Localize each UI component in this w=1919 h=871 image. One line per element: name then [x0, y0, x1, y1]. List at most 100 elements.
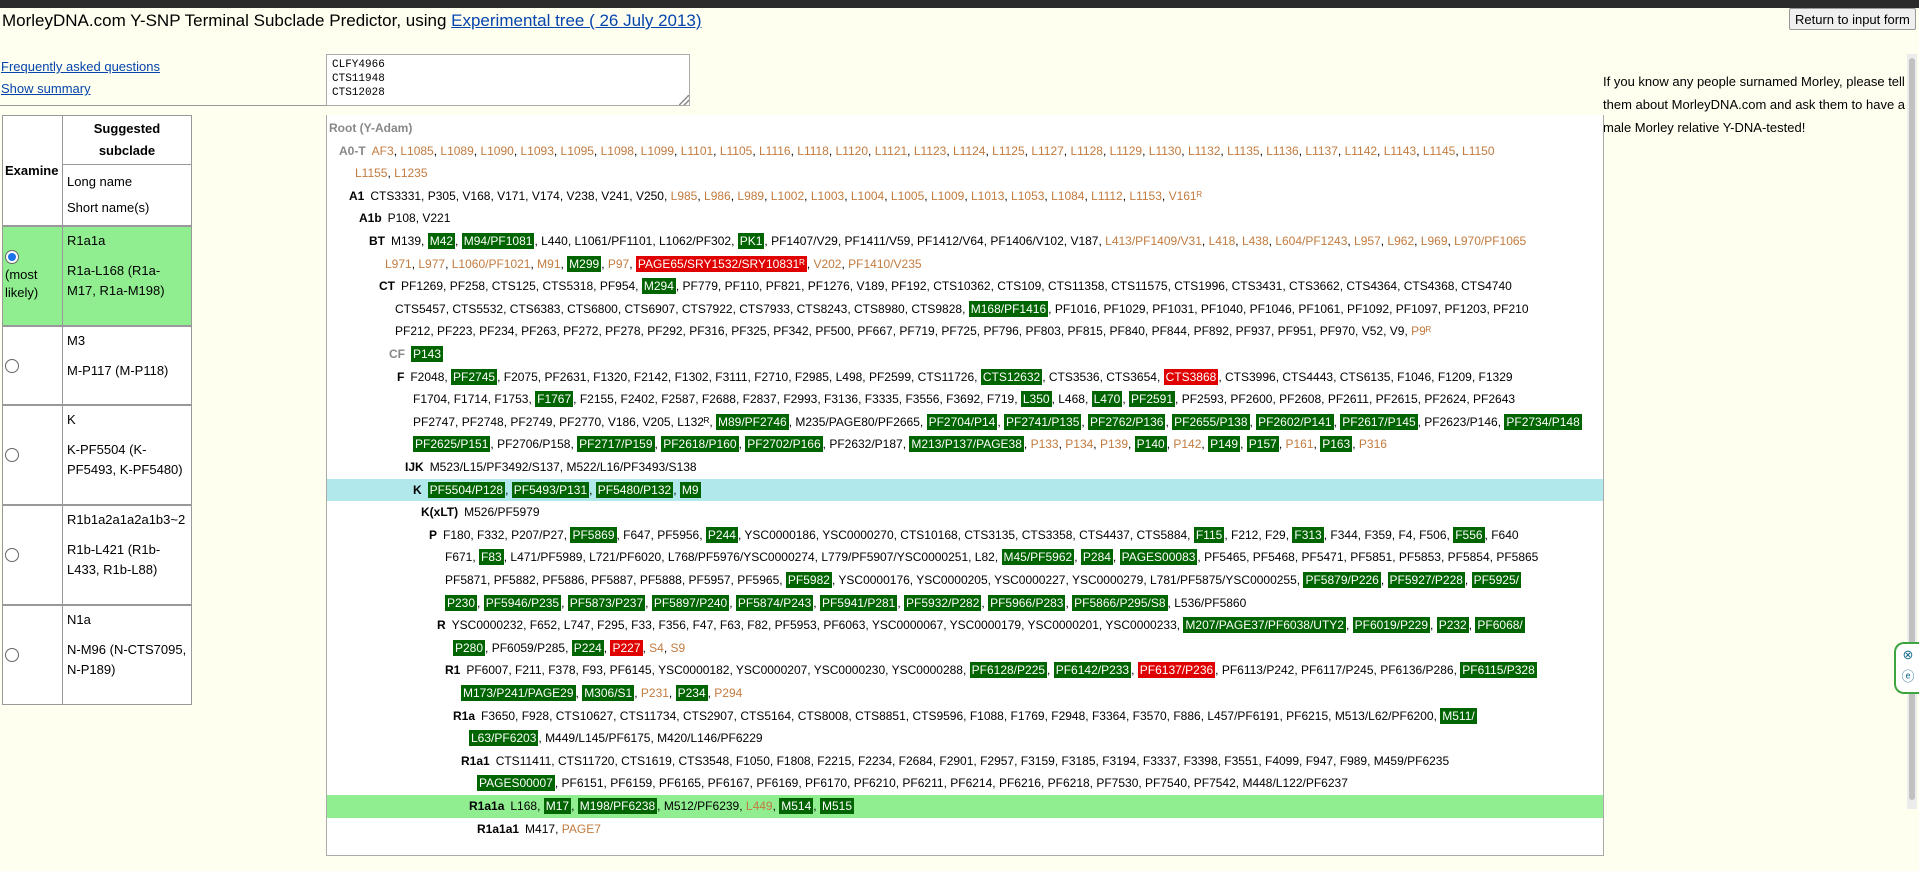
snp-marker[interactable]: F671	[445, 550, 472, 564]
snp-marker[interactable]: CTS3135	[964, 528, 1015, 542]
snp-marker[interactable]: PF5953	[775, 618, 817, 632]
snp-marker[interactable]: PF223	[437, 324, 472, 338]
snp-marker[interactable]: CTS5532	[452, 302, 503, 316]
snp-marker[interactable]: CTS11720	[558, 754, 614, 768]
haplogroup-tree-panel[interactable]: Root (Y-Adam) A0-T AF3, L1085, L1089, L109…	[326, 115, 1604, 856]
snp-marker[interactable]: PF7540	[1145, 776, 1187, 790]
snp-marker[interactable]: V189	[856, 279, 884, 293]
snp-marker[interactable]: F1767	[535, 391, 574, 408]
snp-marker[interactable]: F2402	[621, 392, 655, 406]
snp-marker[interactable]: PF5854	[1448, 550, 1490, 564]
snp-marker[interactable]: F1329	[1479, 370, 1513, 384]
snp-marker[interactable]: PF5882	[494, 573, 536, 587]
snp-marker[interactable]: PF6117/P245	[1301, 663, 1374, 677]
snp-marker[interactable]: PF892	[1194, 324, 1229, 338]
snp-marker[interactable]: CTS9828	[911, 302, 962, 316]
snp-marker[interactable]: PF5887	[591, 573, 633, 587]
snp-marker[interactable]: F180	[443, 528, 470, 542]
snp-marker[interactable]: L471/PF5989	[510, 550, 582, 564]
snp-marker[interactable]: PF5851	[1350, 550, 1392, 564]
examine-radio[interactable]	[5, 448, 19, 462]
snp-list-textarea[interactable]	[326, 54, 690, 106]
snp-marker[interactable]: F1704	[413, 392, 447, 406]
snp-marker[interactable]: YSC0000270	[822, 528, 893, 542]
snp-marker[interactable]: M512/PF6239	[664, 799, 739, 813]
snp-marker[interactable]: PF1406/V102	[990, 234, 1063, 248]
snp-marker[interactable]: M294	[641, 278, 676, 295]
snp-marker[interactable]: PAGE65/SRY1532/SRY10831ᴿ	[635, 255, 807, 272]
snp-marker[interactable]: P157	[1246, 436, 1279, 453]
snp-marker[interactable]: F313	[1292, 526, 1324, 543]
snp-marker[interactable]: L1127	[1031, 144, 1063, 158]
snp-marker[interactable]: L1121	[875, 144, 907, 158]
snp-marker[interactable]: PF1016	[1055, 302, 1097, 316]
snp-marker[interactable]: F2215	[817, 754, 851, 768]
resize-grip-icon[interactable]	[679, 95, 689, 105]
snp-marker[interactable]: PF6210	[854, 776, 896, 790]
snp-marker[interactable]: PF2617/P145	[1340, 413, 1418, 430]
snp-marker[interactable]: PF1061	[1298, 302, 1340, 316]
snp-marker[interactable]: M526/PF5979	[464, 505, 539, 519]
snp-marker[interactable]: PF6159	[610, 776, 652, 790]
snp-marker[interactable]: CTS11358	[1048, 279, 1104, 293]
snp-marker[interactable]: L747	[564, 618, 591, 632]
snp-marker[interactable]: L1124	[953, 144, 985, 158]
snp-marker[interactable]: P305	[428, 189, 456, 203]
snp-marker[interactable]: PF6211	[902, 776, 943, 790]
snp-marker[interactable]: L1155	[355, 166, 387, 180]
snp-marker[interactable]: PF2611	[1328, 392, 1369, 406]
snp-marker[interactable]: F2948	[1051, 709, 1085, 723]
snp-marker[interactable]: P231	[641, 686, 669, 700]
snp-marker[interactable]: L449	[746, 799, 773, 813]
snp-marker[interactable]: PF2624	[1424, 392, 1466, 406]
snp-marker[interactable]: V241	[601, 189, 629, 203]
snp-marker[interactable]: F212	[1231, 528, 1258, 542]
snp-marker[interactable]: PF937	[1236, 324, 1271, 338]
snp-marker[interactable]: CTS11411	[496, 754, 552, 768]
snp-marker[interactable]: F82	[747, 618, 768, 632]
snp-marker[interactable]: V168	[462, 189, 490, 203]
snp-marker[interactable]: CTS3431	[1232, 279, 1283, 293]
examine-radio[interactable]	[5, 250, 19, 264]
snp-marker[interactable]: F332	[477, 528, 504, 542]
snp-marker[interactable]: F2710	[754, 370, 788, 384]
snp-marker[interactable]: L1135	[1227, 144, 1259, 158]
snp-marker[interactable]: PF342	[773, 324, 808, 338]
snp-marker[interactable]: PF6169	[756, 776, 798, 790]
snp-marker[interactable]: L418	[1209, 234, 1236, 248]
snp-marker[interactable]: PF5504/P128	[427, 481, 506, 498]
snp-marker[interactable]: P143	[411, 346, 444, 362]
haplogroup-name[interactable]: R1a1a1	[477, 822, 519, 836]
snp-marker[interactable]: L1060/PF1021	[452, 257, 531, 271]
snp-marker[interactable]: L1002	[771, 189, 804, 203]
snp-marker[interactable]: PF719	[899, 324, 934, 338]
snp-marker[interactable]: F2993	[783, 392, 817, 406]
snp-marker[interactable]: L350	[1020, 391, 1052, 408]
haplogroup-name[interactable]: A0-T	[339, 144, 366, 158]
snp-marker[interactable]: F1088	[970, 709, 1004, 723]
snp-marker[interactable]: PF2643	[1473, 392, 1515, 406]
snp-marker[interactable]: F1209	[1438, 370, 1472, 384]
snp-marker[interactable]: PF2602/P141	[1256, 413, 1334, 430]
snp-marker[interactable]: L969	[1421, 234, 1448, 248]
snp-marker[interactable]: S4	[649, 641, 664, 655]
snp-marker[interactable]: M45/PF5962	[1001, 549, 1075, 566]
snp-marker[interactable]: P161	[1285, 437, 1313, 451]
snp-marker[interactable]: F3335	[865, 392, 899, 406]
snp-marker[interactable]: CTS3536	[1049, 370, 1100, 384]
snp-marker[interactable]: M42	[427, 233, 456, 249]
snp-marker[interactable]: M173/P241/PAGE29	[461, 685, 576, 701]
snp-marker[interactable]: CTS5457	[395, 302, 446, 316]
haplogroup-name[interactable]: K(xLT)	[421, 505, 458, 519]
snp-marker[interactable]: PF5888	[640, 573, 682, 587]
haplogroup-name[interactable]: Root (Y-Adam)	[329, 121, 412, 135]
haplogroup-name[interactable]: P	[429, 528, 437, 542]
snp-marker[interactable]: L957	[1354, 234, 1381, 248]
snp-marker[interactable]: L1095	[561, 144, 594, 158]
snp-marker[interactable]: PF2749	[510, 415, 552, 429]
snp-marker[interactable]: PF5468	[1253, 550, 1295, 564]
snp-marker[interactable]: CTS6907	[625, 302, 676, 316]
snp-marker[interactable]: CTS3358	[1022, 528, 1073, 542]
snp-marker[interactable]: F3650	[481, 709, 515, 723]
snp-marker[interactable]: F1714	[454, 392, 488, 406]
